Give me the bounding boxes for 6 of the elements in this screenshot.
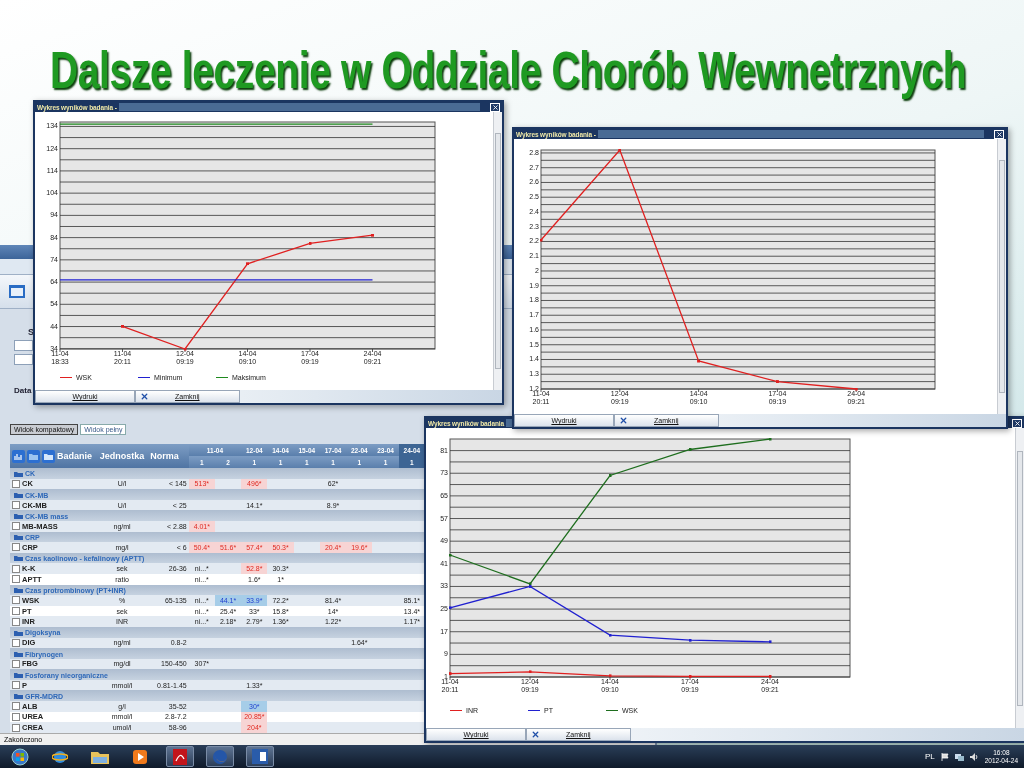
slide-title: Dalsze leczenie w Oddziale Chorób Wewnetrznych xyxy=(50,40,967,100)
column-header: Norma xyxy=(150,451,179,461)
column-header: Jednostka xyxy=(99,451,145,461)
field-label: Data xyxy=(14,386,32,395)
column-header: Badanie xyxy=(57,450,92,461)
language-indicator[interactable]: PL xyxy=(924,752,935,761)
